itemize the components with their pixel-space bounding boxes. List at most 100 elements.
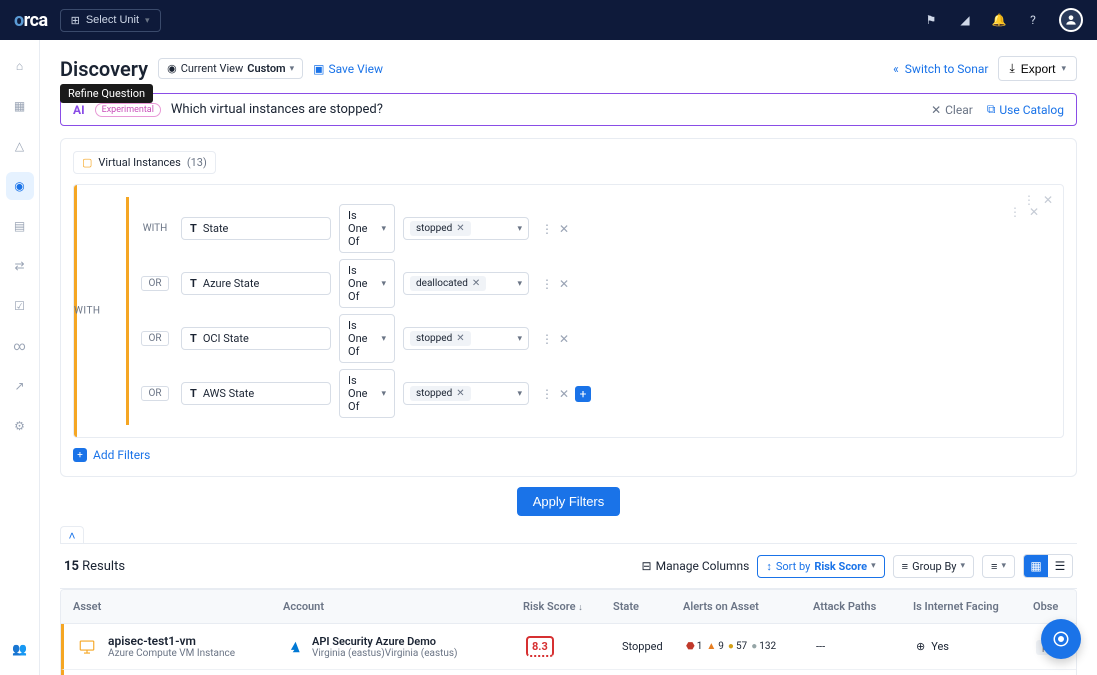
value-field[interactable]: stopped ✕ ▾ (403, 217, 529, 240)
asset-cell: apisec-test1-vm Azure Compute VM Instanc… (76, 634, 262, 659)
attribute-field[interactable]: T OCI State (181, 327, 331, 350)
col-account[interactable]: Account (271, 590, 511, 623)
manage-columns-link[interactable]: ⊟ Manage Columns (642, 559, 750, 573)
operator-field[interactable]: Is One Of ▾ (339, 314, 395, 363)
use-catalog-link[interactable]: ⧉ Use Catalog (987, 102, 1064, 117)
attribute-field[interactable]: T AWS State (181, 382, 331, 405)
switch-to-sonar-link[interactable]: « Switch to Sonar (893, 62, 988, 76)
alert-high: 9 (718, 641, 724, 652)
col-asset[interactable]: Asset (61, 590, 271, 623)
select-unit-button[interactable]: ⊞ Select Unit ▾ (60, 9, 161, 32)
nav-reports-icon[interactable]: ▤ (6, 212, 34, 240)
operator-field[interactable]: Is One Of ▾ (339, 204, 395, 253)
group-by-button[interactable]: ≡ Group By ▾ (893, 555, 974, 578)
more-icon[interactable]: ⋮ (541, 277, 553, 291)
nav-observe-icon[interactable]: ∞ (6, 332, 34, 360)
connector-label: WITH (137, 223, 173, 234)
add-condition-button[interactable]: + (575, 386, 591, 402)
nav-alert-icon[interactable]: △ (6, 132, 34, 160)
export-button[interactable]: ⤓ Export ▾ (998, 56, 1077, 81)
more-icon[interactable]: ⋮ (541, 387, 553, 401)
side-nav: ⌂ ▦ △ ◉ ▤ ⇄ ☑ ∞ ↗ ⚙ 👥 (0, 40, 40, 675)
more-icon[interactable]: ⋮ (541, 222, 553, 236)
apply-filters-button[interactable]: Apply Filters (517, 487, 621, 516)
connector-chip[interactable]: OR (141, 276, 168, 291)
page-title: Discovery (60, 57, 148, 81)
ai-question-text[interactable]: Which virtual instances are stopped? (171, 102, 383, 117)
attribute-field[interactable]: T State (181, 217, 331, 240)
nav-settings-icon[interactable]: ⚙ (6, 412, 34, 440)
value-field[interactable]: deallocated ✕ ▾ (403, 272, 529, 295)
apply-row: Apply Filters (60, 487, 1077, 516)
bell-icon[interactable]: 🔔 (991, 12, 1007, 28)
close-icon[interactable]: ✕ (559, 332, 569, 346)
chevron-down-icon: ▾ (290, 64, 295, 74)
results-toolbar-right: ⊟ Manage Columns ↕ Sort by Risk Score ▾ … (642, 554, 1073, 578)
collapse-toggle[interactable]: ˄ (60, 526, 84, 544)
account-cell: API Security Azure Demo Virginia (eastus… (286, 635, 502, 659)
ai-query-bar: AI Experimental Which virtual instances … (60, 93, 1077, 126)
operator-field[interactable]: Is One Of ▾ (339, 369, 395, 418)
col-obs[interactable]: Obse (1021, 590, 1077, 623)
sort-desc-icon: ↓ (578, 603, 583, 613)
save-view-link[interactable]: ▣ Save View (313, 62, 383, 76)
close-icon[interactable]: ✕ (559, 387, 569, 401)
value-label: deallocated (416, 278, 468, 289)
operator-field[interactable]: Is One Of ▾ (339, 259, 395, 308)
col-risk[interactable]: Risk Score ↓ (511, 590, 601, 623)
col-paths[interactable]: Attack Paths (801, 590, 901, 623)
table-view-button[interactable]: ▦ (1024, 555, 1048, 577)
connector-chip-wrap: OR (137, 333, 173, 344)
more-icon[interactable]: ⋮ (541, 332, 553, 346)
more-icon[interactable]: ⋮ (1009, 205, 1021, 219)
avatar[interactable] (1059, 8, 1083, 32)
clear-link[interactable]: ✕ Clear (931, 103, 973, 117)
value-field[interactable]: stopped ✕ ▾ (403, 327, 529, 350)
table-row[interactable]: DEVOPS-DVWA AWS EC2 Instance aws acme-pr… (61, 670, 1076, 675)
sort-by-button[interactable]: ↕ Sort by Risk Score ▾ (757, 555, 884, 578)
nav-path-icon[interactable]: ↗ (6, 372, 34, 400)
text-icon: T (190, 387, 197, 400)
nav-discovery-icon[interactable]: ◉ (6, 172, 34, 200)
sev-crit-icon: ⬣ (686, 641, 695, 652)
nav-graph-icon[interactable]: ⇄ (6, 252, 34, 280)
col-state[interactable]: State (601, 590, 671, 623)
vi-label: Virtual Instances (98, 156, 180, 169)
close-icon[interactable]: ✕ (559, 222, 569, 236)
nav-home-icon[interactable]: ⌂ (6, 52, 34, 80)
connector-chip[interactable]: OR (141, 331, 168, 346)
add-filters-link[interactable]: + Add Filters (73, 448, 1064, 462)
chevron-down-icon: ▾ (517, 224, 522, 234)
chevron-down-icon: ▾ (961, 561, 966, 571)
value-field[interactable]: stopped ✕ ▾ (403, 382, 529, 405)
table-row[interactable]: apisec-test1-vm Azure Compute VM Instanc… (61, 624, 1076, 670)
col-internet[interactable]: Is Internet Facing (901, 590, 1021, 623)
current-view-chip[interactable]: ◉ Current View Custom ▾ (158, 58, 303, 79)
swap-icon: « (893, 62, 899, 76)
flag-icon[interactable]: ⚑ (923, 12, 939, 28)
card-view-button[interactable]: ☰ (1048, 555, 1072, 577)
remove-value-icon[interactable]: ✕ (456, 333, 464, 344)
outer-connector: WITH (74, 306, 101, 317)
help-fab[interactable] (1041, 619, 1081, 659)
megaphone-icon[interactable]: ◢ (957, 12, 973, 28)
nav-users-icon[interactable]: 👥 (6, 635, 34, 663)
remove-value-icon[interactable]: ✕ (456, 223, 464, 234)
chevron-down-icon: ▾ (517, 389, 522, 399)
remove-value-icon[interactable]: ✕ (456, 388, 464, 399)
nav-dashboard-icon[interactable]: ▦ (6, 92, 34, 120)
condition-row: OR T OCI State Is One Of ▾ stopped ✕ ▾ ⋮… (137, 311, 1049, 366)
virtual-instances-chip[interactable]: ▢ Virtual Instances (13) (73, 151, 216, 174)
value-label: stopped (416, 223, 452, 234)
remove-value-icon[interactable]: ✕ (472, 278, 480, 289)
help-icon[interactable]: ? (1025, 12, 1041, 28)
chevron-down-icon: ▾ (871, 561, 876, 571)
attribute-field[interactable]: T Azure State (181, 272, 331, 295)
close-icon[interactable]: ✕ (559, 277, 569, 291)
connector-chip[interactable]: OR (141, 386, 168, 401)
nav-compliance-icon[interactable]: ☑ (6, 292, 34, 320)
close-icon[interactable]: ✕ (1029, 205, 1039, 219)
col-alerts[interactable]: Alerts on Asset (671, 590, 801, 623)
density-button[interactable]: ≡ ▾ (982, 555, 1015, 578)
export-label: Export (1021, 62, 1056, 76)
